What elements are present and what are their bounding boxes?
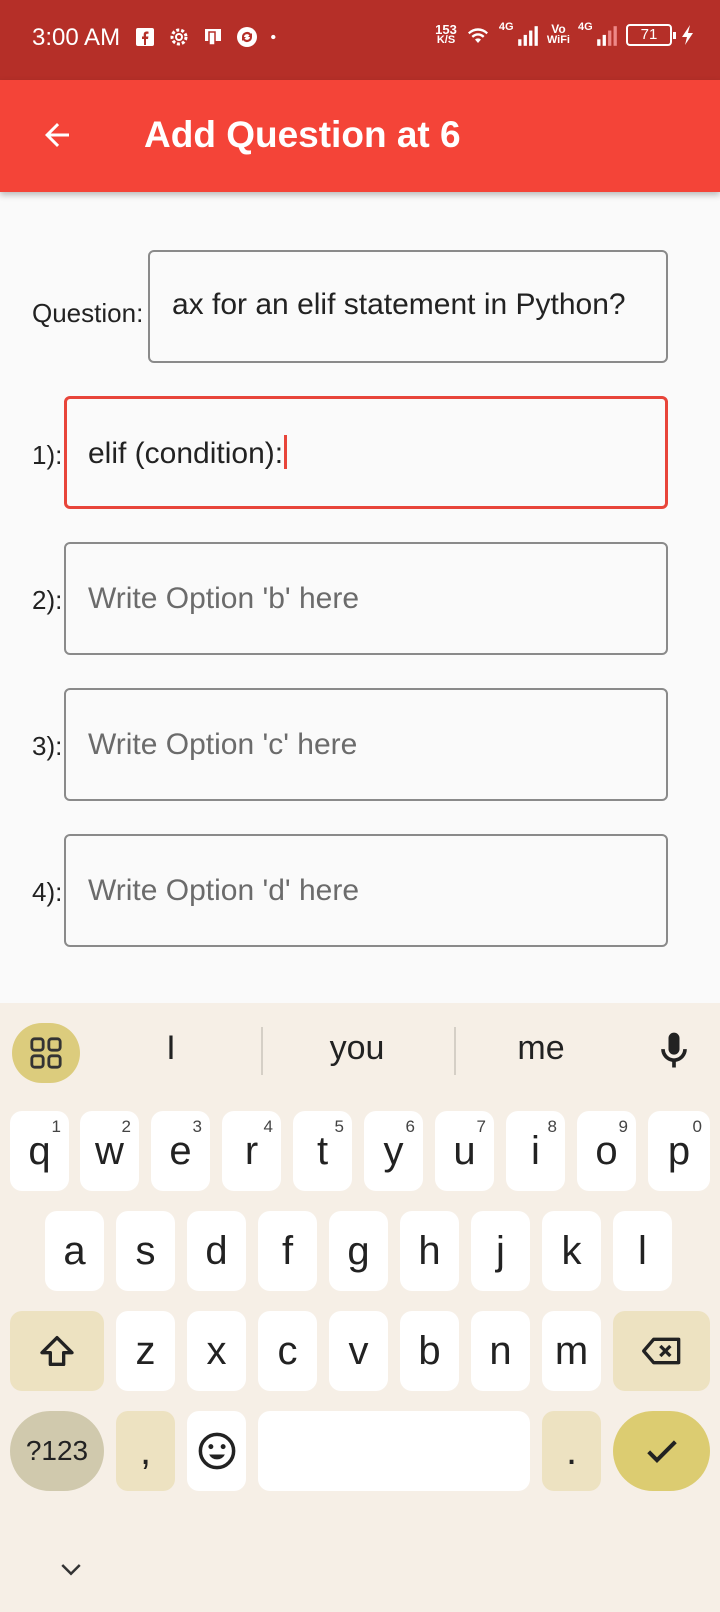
notification-icons [134, 26, 282, 48]
key-x[interactable]: x [187, 1311, 246, 1391]
grid-icon [30, 1037, 62, 1069]
key-o[interactable]: o9 [577, 1111, 636, 1191]
key-t[interactable]: t5 [293, 1111, 352, 1191]
symbols-key[interactable]: ?123 [10, 1411, 104, 1491]
emoji-icon [198, 1432, 235, 1470]
key-w[interactable]: w2 [80, 1111, 139, 1191]
key-d[interactable]: d [187, 1211, 246, 1291]
option-3-label: 3): [32, 731, 63, 761]
key-p[interactable]: p0 [648, 1111, 710, 1191]
key-i[interactable]: i8 [506, 1111, 565, 1191]
app-bar: Add Question at 6 [0, 80, 720, 192]
keyboard-menu-button[interactable] [12, 1023, 80, 1083]
key-h[interactable]: h [400, 1211, 459, 1291]
key-c[interactable]: c [258, 1311, 317, 1391]
key-l[interactable]: l [613, 1211, 672, 1291]
shift-key[interactable] [10, 1311, 104, 1391]
option-4-label: 4): [32, 877, 63, 907]
back-button[interactable] [28, 106, 86, 164]
divider [261, 1027, 263, 1075]
option-2-input[interactable]: Write Option 'b' here [64, 542, 668, 655]
chevron-down-icon[interactable] [56, 1555, 86, 1585]
key-u[interactable]: u7 [435, 1111, 494, 1191]
key-r[interactable]: r4 [222, 1111, 281, 1191]
arrow-back-icon [45, 123, 69, 147]
status-time: 3:00 AM [32, 24, 121, 51]
option-1-input[interactable]: elif (condition): [64, 396, 668, 509]
microphone-icon[interactable] [652, 1029, 696, 1073]
key-v[interactable]: v [329, 1311, 388, 1391]
soft-keyboard: I you me q1 w2 e3 r4 t5 y6 u7 i8 o9 p0 a… [0, 1003, 720, 1612]
backspace-key[interactable] [613, 1311, 710, 1391]
sync-icon [237, 27, 257, 47]
signal-1: 4G [499, 22, 539, 48]
page-title: Add Question at 6 [144, 114, 461, 155]
charging-icon [682, 25, 693, 45]
option-3-placeholder: Write Option 'c' here [88, 728, 358, 761]
question-input-value: ax for an elif statement in Python? [172, 288, 626, 321]
suggestion-bar: I you me [0, 1003, 720, 1095]
signal-icon [597, 26, 617, 46]
key-g[interactable]: g [329, 1211, 388, 1291]
key-n[interactable]: n [471, 1311, 530, 1391]
signal-2: 4G [578, 22, 618, 48]
gear-icon [170, 28, 188, 46]
comma-key[interactable]: , [116, 1411, 175, 1491]
key-j[interactable]: j [471, 1211, 530, 1291]
battery-icon: 71 [626, 24, 676, 46]
signal-icon [518, 26, 538, 46]
option-2-label: 2): [32, 585, 63, 615]
system-icons: 153 K/S 4G Vo WiFi 4G 71 [435, 22, 696, 48]
dot-icon [271, 34, 276, 40]
option-1-input-value: elif (condition): [88, 435, 288, 471]
question-input[interactable]: ax for an elif statement in Python? [148, 250, 668, 363]
option-2-placeholder: Write Option 'b' here [88, 582, 360, 615]
key-m[interactable]: m [542, 1311, 601, 1391]
screen-icon [205, 29, 221, 46]
key-e[interactable]: e3 [151, 1111, 210, 1191]
key-k[interactable]: k [542, 1211, 601, 1291]
wifi-icon [467, 28, 488, 43]
key-s[interactable]: s [116, 1211, 175, 1291]
emoji-key[interactable] [187, 1411, 246, 1491]
key-f[interactable]: f [258, 1211, 317, 1291]
check-icon [646, 1440, 677, 1463]
text-cursor [284, 435, 288, 469]
vowifi: Vo WiFi [546, 22, 570, 46]
key-b[interactable]: b [400, 1311, 459, 1391]
backspace-icon [641, 1337, 680, 1365]
option-1-label: 1): [32, 440, 63, 470]
divider [454, 1027, 456, 1075]
option-4-input[interactable]: Write Option 'd' here [64, 834, 668, 947]
key-q[interactable]: q1 [10, 1111, 69, 1191]
network-speed: 153 K/S [435, 22, 457, 46]
suggestion-3[interactable]: me [466, 1029, 616, 1068]
option-3-input[interactable]: Write Option 'c' here [64, 688, 668, 801]
suggestion-1[interactable]: I [96, 1029, 246, 1068]
shift-icon [40, 1336, 74, 1366]
option-4-placeholder: Write Option 'd' here [88, 874, 360, 907]
key-a[interactable]: a [45, 1211, 104, 1291]
facebook-icon [136, 28, 154, 46]
period-key[interactable]: . [542, 1411, 601, 1491]
question-label: Question: [32, 298, 144, 328]
key-z[interactable]: z [116, 1311, 175, 1391]
status-bar: 3:00 AM 153 K/S 4G Vo WiFi 4G 71 [0, 0, 720, 80]
space-key[interactable] [258, 1411, 530, 1491]
enter-key[interactable] [613, 1411, 710, 1491]
suggestion-2[interactable]: you [282, 1029, 432, 1068]
key-y[interactable]: y6 [364, 1111, 423, 1191]
